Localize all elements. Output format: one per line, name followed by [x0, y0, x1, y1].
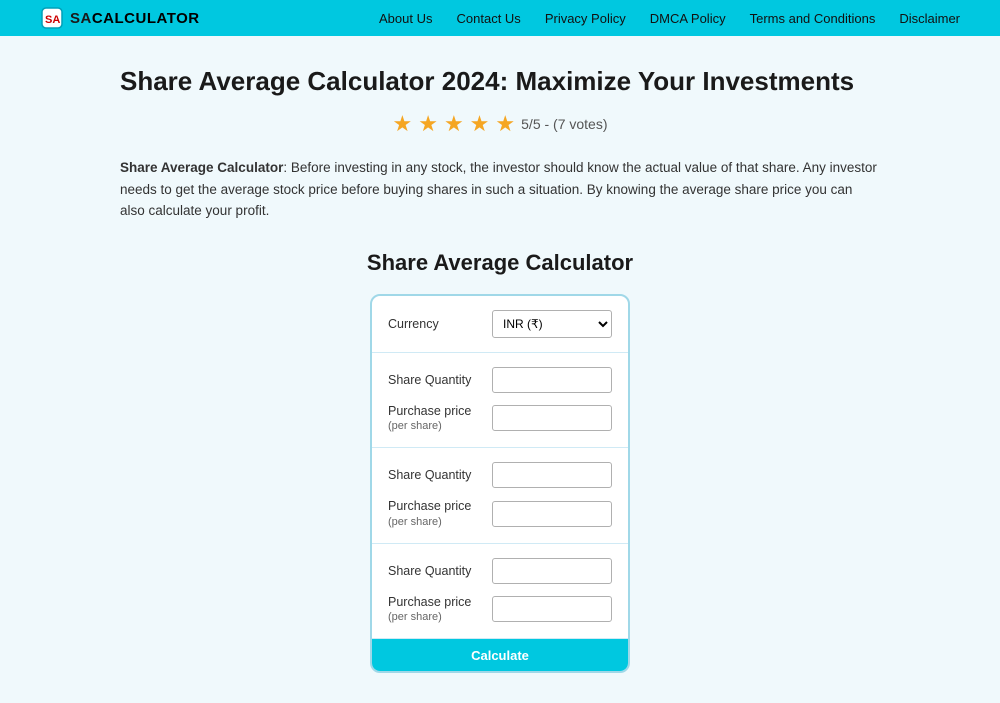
nav-about[interactable]: About Us [379, 11, 432, 26]
purchase-price-label-1: Purchase price (per share) [388, 403, 471, 434]
calc-section-1: Share Quantity Purchase price (per share… [372, 353, 628, 449]
main-nav: About Us Contact Us Privacy Policy DMCA … [379, 11, 960, 26]
share-qty-label-2: Share Quantity [388, 467, 471, 483]
calculate-button-area[interactable]: Calculate [372, 639, 628, 671]
logo-text: SACALCULATOR [70, 10, 200, 27]
nav-terms[interactable]: Terms and Conditions [750, 11, 876, 26]
currency-section: Currency INR (₹) USD ($) EUR (€) GBP (£)… [372, 296, 628, 353]
purchase-price-input-1[interactable] [492, 405, 612, 431]
star-4: ★ [470, 111, 490, 137]
share-qty-label-3: Share Quantity [388, 563, 471, 579]
header: SA SACALCULATOR About Us Contact Us Priv… [0, 0, 1000, 36]
calc-heading: Share Average Calculator [120, 250, 880, 276]
share-qty-input-2[interactable] [492, 462, 612, 488]
share-qty-row-1: Share Quantity [388, 367, 612, 393]
purchase-price-row-1: Purchase price (per share) [388, 403, 612, 434]
share-qty-input-1[interactable] [492, 367, 612, 393]
share-qty-label-1: Share Quantity [388, 372, 471, 388]
svg-text:SA: SA [45, 14, 60, 26]
rating-row: ★ ★ ★ ★ ★ 5/5 - (7 votes) [120, 111, 880, 137]
nav-privacy[interactable]: Privacy Policy [545, 11, 626, 26]
rating-text: 5/5 - (7 votes) [521, 116, 607, 132]
calc-section-2: Share Quantity Purchase price (per share… [372, 448, 628, 544]
purchase-price-label-3: Purchase price (per share) [388, 594, 471, 625]
page-title: Share Average Calculator 2024: Maximize … [120, 66, 880, 97]
purchase-price-label-2: Purchase price (per share) [388, 498, 471, 529]
currency-label: Currency [388, 316, 439, 332]
currency-select[interactable]: INR (₹) USD ($) EUR (€) GBP (£) JPY (¥) [492, 310, 612, 338]
purchase-price-input-2[interactable] [492, 501, 612, 527]
logo-icon: SA [40, 6, 64, 30]
purchase-price-input-3[interactable] [492, 596, 612, 622]
nav-disclaimer[interactable]: Disclaimer [899, 11, 960, 26]
logo: SA SACALCULATOR [40, 6, 200, 30]
nav-contact[interactable]: Contact Us [457, 11, 521, 26]
share-qty-row-3: Share Quantity [388, 558, 612, 584]
star-3: ★ [444, 111, 464, 137]
currency-row: Currency INR (₹) USD ($) EUR (€) GBP (£)… [388, 310, 612, 338]
purchase-price-row-2: Purchase price (per share) [388, 498, 612, 529]
nav-dmca[interactable]: DMCA Policy [650, 11, 726, 26]
calculator-card: Currency INR (₹) USD ($) EUR (€) GBP (£)… [370, 294, 630, 674]
description: Share Average Calculator: Before investi… [120, 157, 880, 222]
calc-section-3: Share Quantity Purchase price (per share… [372, 544, 628, 640]
purchase-price-row-3: Purchase price (per share) [388, 594, 612, 625]
description-bold: Share Average Calculator [120, 160, 283, 175]
star-1: ★ [392, 111, 412, 137]
calculate-button[interactable]: Calculate [380, 648, 620, 663]
share-qty-input-3[interactable] [492, 558, 612, 584]
star-2: ★ [418, 111, 438, 137]
share-qty-row-2: Share Quantity [388, 462, 612, 488]
star-5: ★ [495, 111, 515, 137]
main-content: Share Average Calculator 2024: Maximize … [100, 36, 900, 703]
